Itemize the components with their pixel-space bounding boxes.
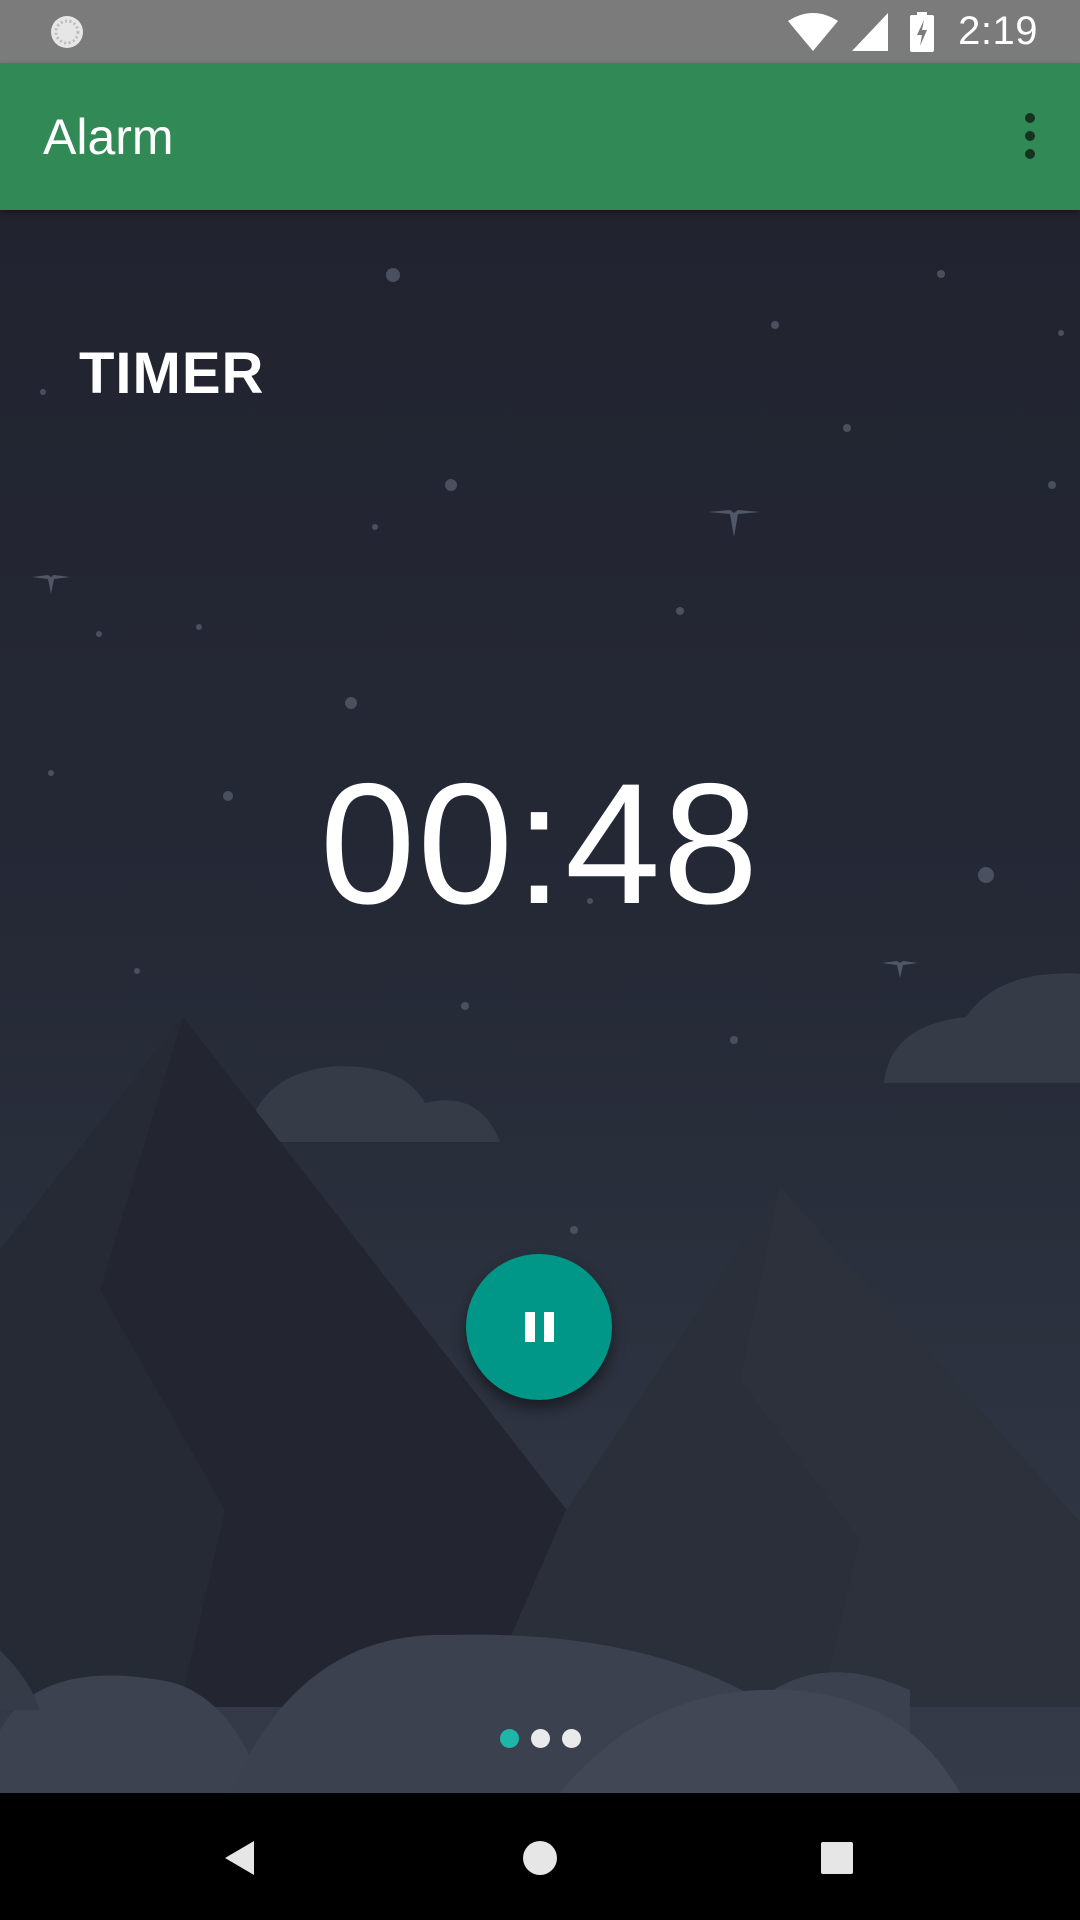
cell-signal-icon [852, 12, 889, 51]
pause-icon [524, 1312, 554, 1342]
navigation-bar [0, 1793, 1080, 1920]
overflow-menu-button[interactable] [990, 91, 1070, 181]
home-button[interactable] [500, 1818, 580, 1898]
recents-button[interactable] [797, 1818, 877, 1898]
app-title: Alarm [43, 109, 174, 165]
sync-loading-icon [51, 16, 83, 48]
app-bar: Alarm [0, 63, 1080, 210]
more-vert-icon [1025, 113, 1035, 123]
back-icon [225, 1841, 254, 1875]
page-indicator [0, 1729, 1080, 1748]
page-dot[interactable] [561, 1729, 581, 1748]
timer-screen: TIMER 00:48 [0, 210, 1080, 1793]
status-icons: 2:19 [788, 0, 1080, 63]
back-button[interactable] [200, 1818, 280, 1898]
screen: 2:19 Alarm TIMER 00:48 [0, 0, 1080, 1920]
status-bar: 2:19 [0, 0, 1080, 63]
pause-button[interactable] [466, 1254, 612, 1400]
page-dot-active[interactable] [499, 1729, 519, 1748]
home-icon [523, 1841, 557, 1875]
battery-charging-icon [910, 11, 935, 52]
timer-remaining-time: 00:48 [319, 748, 761, 940]
mode-title: TIMER [79, 341, 265, 406]
page-dot[interactable] [530, 1729, 550, 1748]
recents-icon [821, 1842, 853, 1874]
wifi-icon [788, 12, 839, 51]
status-time: 2:19 [958, 9, 1038, 53]
night-scenery-background [0, 268, 1080, 1793]
